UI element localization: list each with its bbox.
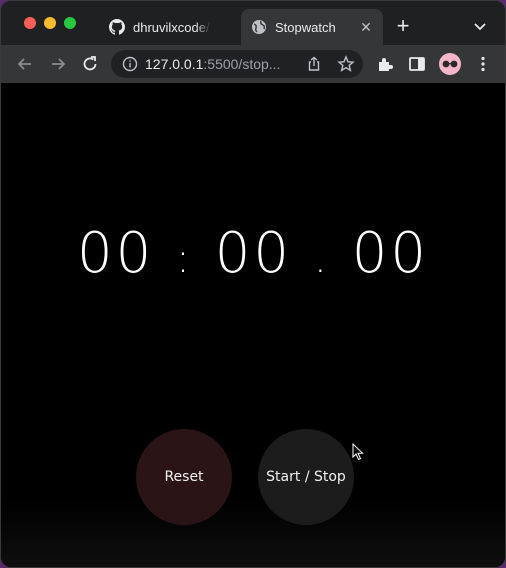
- minimize-window-button[interactable]: [44, 17, 56, 29]
- share-icon[interactable]: [306, 56, 322, 72]
- new-tab-button[interactable]: +: [393, 15, 413, 37]
- start-stop-button[interactable]: Start / Stop: [258, 429, 354, 525]
- seconds-value: 00: [214, 221, 293, 286]
- browser-toolbar: 127.0.0.1:5500/stop...: [1, 45, 505, 83]
- globe-icon: [252, 20, 266, 34]
- forward-arrow-icon[interactable]: [48, 54, 68, 74]
- dot-separator: .: [314, 236, 330, 282]
- side-panel-icon[interactable]: [407, 54, 427, 74]
- menu-dots-icon[interactable]: [473, 54, 493, 74]
- tab-stopwatch[interactable]: Stopwatch ✕: [241, 9, 383, 45]
- chevron-down-icon[interactable]: [473, 19, 487, 33]
- browser-window: dhruvilxcode/ Stopwatch ✕ + 127.0.0.1:55…: [1, 1, 505, 567]
- info-icon[interactable]: [122, 56, 138, 72]
- tab-title: Stopwatch: [275, 19, 336, 35]
- avatar[interactable]: [439, 53, 461, 75]
- url-text: 127.0.0.1:5500/stop...: [145, 56, 280, 72]
- close-window-button[interactable]: [24, 17, 36, 29]
- background-shading: [1, 497, 505, 567]
- close-icon[interactable]: ✕: [359, 20, 373, 34]
- star-icon[interactable]: [337, 55, 355, 73]
- tab-strip: dhruvilxcode/ Stopwatch ✕ +: [1, 1, 505, 45]
- profile-icon: [442, 60, 458, 68]
- tab-title: dhruvilxcode/: [133, 19, 210, 35]
- reload-icon[interactable]: [80, 54, 100, 74]
- url-path: :5500/stop...: [203, 56, 281, 72]
- url-host: 127.0.0.1: [145, 56, 204, 72]
- address-bar[interactable]: 127.0.0.1:5500/stop...: [111, 50, 363, 78]
- back-arrow-icon[interactable]: [15, 54, 35, 74]
- reset-button[interactable]: Reset: [136, 429, 232, 525]
- stopwatch-page: 00:00. 00 Reset Start / Stop: [1, 83, 505, 567]
- tab-github[interactable]: dhruvilxcode/: [99, 9, 241, 45]
- colon-separator: :: [176, 236, 193, 282]
- github-icon: [109, 19, 125, 35]
- minutes-value: 00: [77, 221, 155, 286]
- mouse-cursor-icon: [352, 443, 364, 461]
- maximize-window-button[interactable]: [64, 17, 76, 29]
- time-display: 00:00. 00: [1, 221, 505, 286]
- centiseconds-value: 00: [351, 221, 429, 286]
- extensions-icon[interactable]: [375, 54, 395, 74]
